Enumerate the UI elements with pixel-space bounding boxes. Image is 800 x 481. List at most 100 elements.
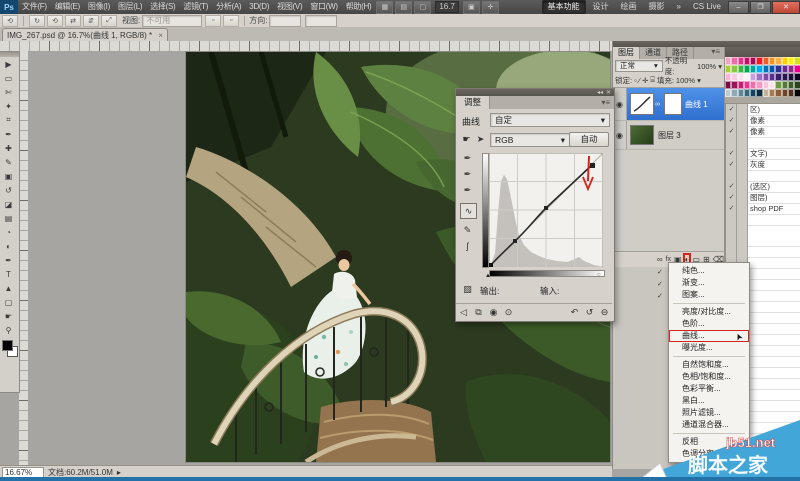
swatch[interactable]	[794, 89, 800, 97]
pen-tool[interactable]: ✒	[0, 253, 17, 267]
menu-item-gradient[interactable]: 渐变...	[669, 277, 749, 289]
hand-tool[interactable]: ☛	[0, 309, 17, 323]
marquee-tool[interactable]: ▭	[0, 71, 17, 85]
curves-layer-thumbnail[interactable]	[630, 93, 654, 115]
menu-layer[interactable]: 图层(L)	[114, 0, 146, 14]
menu-file[interactable]: 文件(F)	[18, 0, 51, 14]
black-point-eyedropper-icon[interactable]: ✒	[460, 151, 475, 165]
layer-name[interactable]: 曲线 1	[685, 99, 708, 110]
mode-icon-2[interactable]: ⟲	[47, 14, 63, 27]
check-icon[interactable]: ✓	[726, 159, 737, 170]
workspace-photo-button[interactable]: 摄影	[644, 1, 670, 13]
on-image-adjust-icon[interactable]: ☛	[459, 132, 474, 146]
check-icon[interactable]: ✓	[726, 203, 737, 214]
check-icon[interactable]: ✓	[726, 126, 737, 137]
bridge-icon[interactable]: ▦	[376, 0, 394, 14]
reset-icon[interactable]: ↺	[582, 305, 597, 319]
tab-channels[interactable]: 通道	[640, 47, 667, 59]
menu-select[interactable]: 选择(S)	[146, 0, 179, 14]
panel-menu-icon[interactable]: ▾≡	[711, 47, 724, 59]
layer-mask-thumbnail[interactable]	[664, 93, 682, 115]
status-zoom-field[interactable]: 16.67%	[2, 466, 44, 478]
zoom-level-field[interactable]: 16.7	[435, 1, 459, 13]
workspace-more-chevron[interactable]: »	[672, 1, 686, 13]
view-extras-icon[interactable]: ▢	[414, 0, 432, 14]
close-icon[interactable]: ✕	[606, 89, 611, 96]
delete-adjustment-icon[interactable]: ⊖	[597, 305, 612, 319]
eyedropper-tool[interactable]: ✒	[0, 127, 17, 141]
curves-preset-dropdown[interactable]: 自定 ▾	[490, 113, 610, 127]
menu-item-curves[interactable]: 曲线... ➤	[669, 330, 749, 343]
menu-item-solid-color[interactable]: 纯色...	[669, 265, 749, 277]
fill-value[interactable]: 100%	[676, 76, 695, 85]
check-icon[interactable]: ✓	[726, 115, 737, 126]
menu-edit[interactable]: 编辑(E)	[51, 0, 84, 14]
direction-x-field[interactable]	[269, 14, 302, 27]
delete-view-button[interactable]: ▫	[223, 14, 240, 27]
tab-layers[interactable]: 图层	[613, 47, 640, 59]
grid-options-icon[interactable]: ▧	[460, 282, 475, 296]
auto-button[interactable]: 自动	[569, 132, 609, 147]
lock-transparent-icon[interactable]: ▫	[634, 76, 637, 85]
menu-item-vibrance[interactable]: 自然饱和度...	[669, 359, 749, 371]
window-close-button[interactable]: ✕	[772, 0, 800, 14]
menu-view[interactable]: 视图(V)	[273, 0, 306, 14]
shape-tool[interactable]: ▢	[0, 295, 17, 309]
direction-y-field[interactable]	[305, 14, 338, 27]
curves-graph[interactable]	[487, 152, 604, 269]
color-chips[interactable]	[0, 339, 18, 357]
menu-help[interactable]: 帮助(H)	[342, 0, 376, 14]
crop-tool[interactable]: ⌗	[0, 113, 17, 127]
lasso-tool[interactable]: ✄	[0, 85, 17, 99]
lock-all-icon[interactable]: ⌸	[650, 75, 655, 85]
link-layers-icon[interactable]: ∞	[657, 255, 663, 264]
eraser-tool[interactable]: ◪	[0, 197, 17, 211]
brush-tool[interactable]: ✎	[0, 155, 17, 169]
gradient-tool[interactable]: ▤	[0, 211, 17, 225]
channel-dropdown[interactable]: RGB ▾	[490, 133, 570, 147]
menu-item-pattern[interactable]: 图案...	[669, 289, 749, 301]
panel-menu-icon[interactable]: ▾≡	[601, 98, 614, 107]
save-view-button[interactable]: ▫	[205, 14, 222, 27]
gray-point-eyedropper-icon[interactable]: ✒	[460, 167, 475, 181]
document-tab[interactable]: IMG_267.psd @ 16.7%(曲线 1, RGB/8) * ×	[2, 28, 168, 42]
menu-item-color-balance[interactable]: 色彩平衡...	[669, 383, 749, 395]
mode-icon-1[interactable]: ↻	[29, 14, 45, 27]
mini-bridge-icon[interactable]: ▤	[395, 0, 413, 14]
smooth-icon[interactable]: ʃ	[460, 239, 475, 253]
mode-icon-3[interactable]: ⇄	[65, 14, 81, 27]
menu-item-photo-filter[interactable]: 照片滤镜...	[669, 407, 749, 419]
menu-item-exposure[interactable]: 曝光度...	[669, 342, 749, 354]
expanded-view-icon[interactable]: ⧉	[471, 305, 486, 319]
check-icon[interactable]: ✓	[726, 148, 737, 159]
blend-mode-dropdown[interactable]: 正常 ▾	[615, 60, 663, 72]
white-point-eyedropper-icon[interactable]: ✒	[460, 183, 475, 197]
menu-analysis[interactable]: 分析(A)	[212, 0, 245, 14]
visibility-eye-icon[interactable]: ◉	[613, 88, 627, 120]
swatch[interactable]	[794, 57, 800, 65]
black-slider-icon[interactable]: ▲	[485, 273, 491, 279]
menu-window[interactable]: 窗口(W)	[306, 0, 341, 14]
menu-item-black-white[interactable]: 黑白...	[669, 395, 749, 407]
menu-item-levels[interactable]: 色阶...	[669, 318, 749, 330]
dodge-tool[interactable]: ◐	[0, 239, 17, 253]
menu-filter[interactable]: 滤镜(T)	[179, 0, 212, 14]
workspace-paint-button[interactable]: 绘画	[616, 1, 642, 13]
workspace-design-button[interactable]: 设计	[588, 1, 614, 13]
check-icon[interactable]: ✓	[726, 104, 737, 115]
lock-pixels-icon[interactable]: ∕	[639, 76, 640, 85]
swatch[interactable]	[794, 73, 800, 81]
layer-row-photo[interactable]: ◉ 图层 3	[613, 121, 724, 150]
return-to-list-icon[interactable]: ◁	[456, 305, 471, 319]
workspace-essentials-button[interactable]: 基本功能	[541, 0, 586, 14]
mode-icon-4[interactable]: ⇵	[83, 14, 99, 27]
clip-to-layer-icon[interactable]: ◉	[486, 305, 501, 319]
cs-live-button[interactable]: CS Live	[688, 1, 726, 13]
window-minimize-button[interactable]: –	[728, 0, 749, 14]
move-tool[interactable]: ▶	[0, 57, 17, 71]
white-slider-icon[interactable]: ○	[597, 272, 601, 278]
window-restore-button[interactable]: ❐	[750, 0, 771, 14]
edit-points-tool-icon[interactable]: ∿	[460, 203, 477, 219]
pencil-tool-icon[interactable]: ✎	[460, 223, 475, 237]
quick-selection-tool[interactable]: ✦	[0, 99, 17, 113]
